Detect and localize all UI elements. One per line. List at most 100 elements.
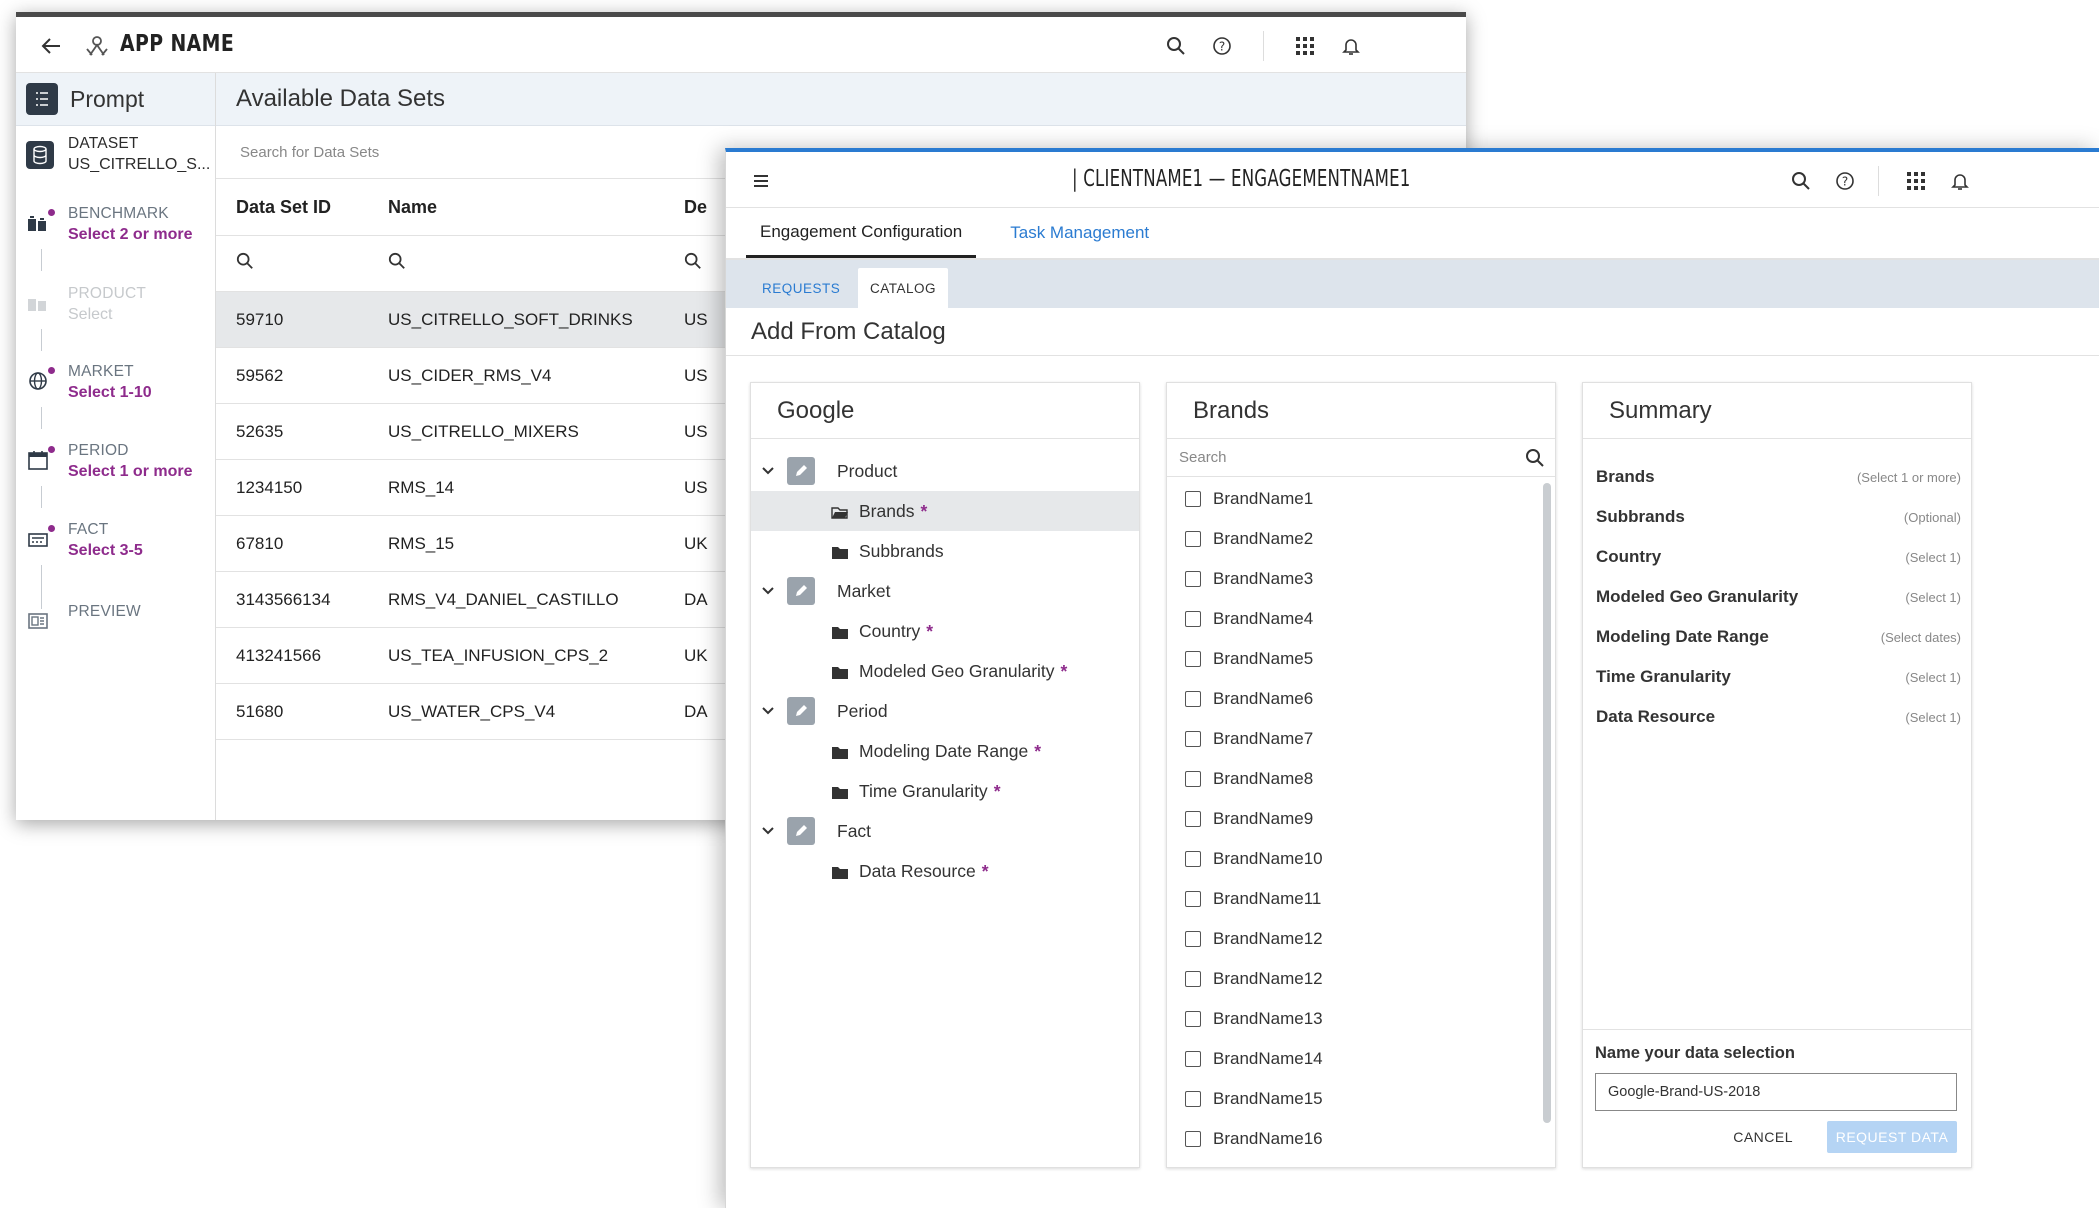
search-icon[interactable] [1525, 448, 1545, 468]
cancel-button[interactable]: CANCEL [1733, 1129, 1793, 1145]
tree-item-data-resource[interactable]: Data Resource * [751, 851, 1139, 891]
brand-checkbox[interactable] [1185, 931, 1201, 947]
tab-requests[interactable]: REQUESTS [750, 268, 852, 308]
section-header: Add From Catalog [726, 308, 2099, 356]
brand-checkbox[interactable] [1185, 971, 1201, 987]
brand-list-item[interactable]: BrandName9 [1167, 799, 1555, 839]
scrollbar[interactable] [1543, 483, 1551, 1123]
tree-group-period[interactable]: Period [751, 691, 1139, 731]
brand-list-item[interactable]: BrandName15 [1167, 1079, 1555, 1119]
tree-item-modeled-geo-granularity[interactable]: Modeled Geo Granularity * [751, 651, 1139, 691]
brand-list-item[interactable]: BrandName16 [1167, 1119, 1555, 1159]
brand-checkbox[interactable] [1185, 891, 1201, 907]
brand-list-item[interactable]: BrandName5 [1167, 639, 1555, 679]
brand-list-item[interactable]: BrandName17 [1167, 1159, 1555, 1167]
tree-group-product[interactable]: Product [751, 451, 1139, 491]
brand-list-item[interactable]: BrandName2 [1167, 519, 1555, 559]
brand-checkbox[interactable] [1185, 1131, 1201, 1147]
prompt-list-icon [26, 83, 58, 115]
brand-checkbox[interactable] [1185, 771, 1201, 787]
brand-checkbox[interactable] [1185, 1051, 1201, 1067]
brand-checkbox[interactable] [1185, 491, 1201, 507]
brand-checkbox[interactable] [1185, 611, 1201, 627]
required-marker: * [981, 860, 989, 881]
brand-list-item[interactable]: BrandName13 [1167, 999, 1555, 1039]
brand-list-item[interactable]: BrandName3 [1167, 559, 1555, 599]
brand-list-item[interactable]: BrandName12 [1167, 959, 1555, 999]
summary-label: Modeling Date Range [1596, 627, 1769, 646]
brand-checkbox[interactable] [1185, 651, 1201, 667]
required-marker: * [1060, 660, 1068, 681]
column-header-name[interactable]: Name [388, 197, 684, 218]
brand-checkbox[interactable] [1185, 531, 1201, 547]
brand-label: BrandName7 [1213, 729, 1314, 748]
chevron-down-icon[interactable] [759, 462, 777, 480]
tree-item-brands[interactable]: Brands * [751, 491, 1139, 531]
step-value: Select 1-10 [68, 384, 152, 401]
brand-list-item[interactable]: BrandName4 [1167, 599, 1555, 639]
brand-checkbox[interactable] [1185, 1091, 1201, 1107]
tree-item-subbrands[interactable]: Subbrands [751, 531, 1139, 571]
step-period[interactable]: PERIOD Select 1 or more [16, 440, 215, 510]
apps-grid-icon[interactable] [1290, 31, 1320, 61]
bell-icon[interactable] [1945, 166, 1975, 196]
tree-group-label: Period [837, 700, 888, 721]
help-icon[interactable]: ? [1207, 31, 1237, 61]
summary-label: Data Resource [1596, 707, 1716, 726]
brand-list-item[interactable]: BrandName6 [1167, 679, 1555, 719]
brand-list-item[interactable]: BrandName7 [1167, 719, 1555, 759]
tree-group-market[interactable]: Market [751, 571, 1139, 611]
tree-item-time-granularity[interactable]: Time Granularity * [751, 771, 1139, 811]
search-icon[interactable] [1786, 166, 1816, 196]
brand-list-item[interactable]: BrandName10 [1167, 839, 1555, 879]
step-label: DATASET [68, 135, 139, 152]
brand-checkbox[interactable] [1185, 571, 1201, 587]
chevron-down-icon[interactable] [759, 582, 777, 600]
bell-icon[interactable] [1336, 31, 1366, 61]
step-market[interactable]: MARKET Select 1-10 [16, 361, 215, 431]
request-data-button[interactable]: REQUEST DATA [1827, 1121, 1957, 1153]
step-dataset[interactable]: DATASET US_CITRELLO_S... [16, 133, 215, 203]
tree-item-label: Modeled Geo Granularity [859, 660, 1055, 681]
dataset-search-input[interactable] [240, 144, 740, 161]
search-icon[interactable] [1161, 31, 1191, 61]
filter-id[interactable] [216, 252, 388, 275]
apps-grid-icon[interactable] [1901, 166, 1931, 196]
tab-catalog[interactable]: CATALOG [858, 268, 949, 308]
tree-item-label: Country [859, 620, 921, 641]
brand-list-item[interactable]: BrandName12 [1167, 919, 1555, 959]
brand-checkbox[interactable] [1185, 851, 1201, 867]
brand-list-item[interactable]: BrandName8 [1167, 759, 1555, 799]
filter-name[interactable] [388, 252, 684, 275]
folder-icon [831, 784, 849, 799]
brand-search-input[interactable] [1179, 449, 1479, 466]
tab-task-management[interactable]: Task Management [996, 208, 1163, 258]
tab-engagement-configuration[interactable]: Engagement Configuration [746, 208, 977, 258]
tree-group-fact[interactable]: Fact [751, 811, 1139, 851]
hamburger-menu-icon[interactable] [746, 166, 776, 196]
summary-value: (Select 1 or more) [1856, 469, 1961, 485]
brand-label: BrandName12 [1213, 929, 1323, 948]
brand-list-item[interactable]: BrandName14 [1167, 1039, 1555, 1079]
folder-icon [831, 624, 849, 639]
tree-item-modeling-date-range[interactable]: Modeling Date Range * [751, 731, 1139, 771]
step-benchmark[interactable]: BENCHMARK Select 2 or more [16, 203, 215, 273]
cell-id: 52635 [236, 421, 284, 441]
step-preview[interactable]: PREVIEW [16, 587, 215, 671]
chevron-down-icon[interactable] [759, 822, 777, 840]
cell-id: 1234150 [236, 477, 303, 497]
brand-checkbox[interactable] [1185, 811, 1201, 827]
cell-name: US_CITRELLO_MIXERS [388, 421, 579, 441]
brand-list-item[interactable]: BrandName11 [1167, 879, 1555, 919]
back-arrow-icon[interactable] [36, 31, 66, 61]
brand-checkbox[interactable] [1185, 1011, 1201, 1027]
step-fact[interactable]: FACT Select 3-5 [16, 519, 215, 589]
brand-list-item[interactable]: BrandName1 [1167, 479, 1555, 519]
help-icon[interactable]: ? [1830, 166, 1860, 196]
brand-checkbox[interactable] [1185, 731, 1201, 747]
selection-name-input[interactable] [1595, 1073, 1957, 1111]
tree-item-country[interactable]: Country * [751, 611, 1139, 651]
chevron-down-icon[interactable] [759, 702, 777, 720]
brand-checkbox[interactable] [1185, 691, 1201, 707]
column-header-id[interactable]: Data Set ID [216, 197, 388, 218]
